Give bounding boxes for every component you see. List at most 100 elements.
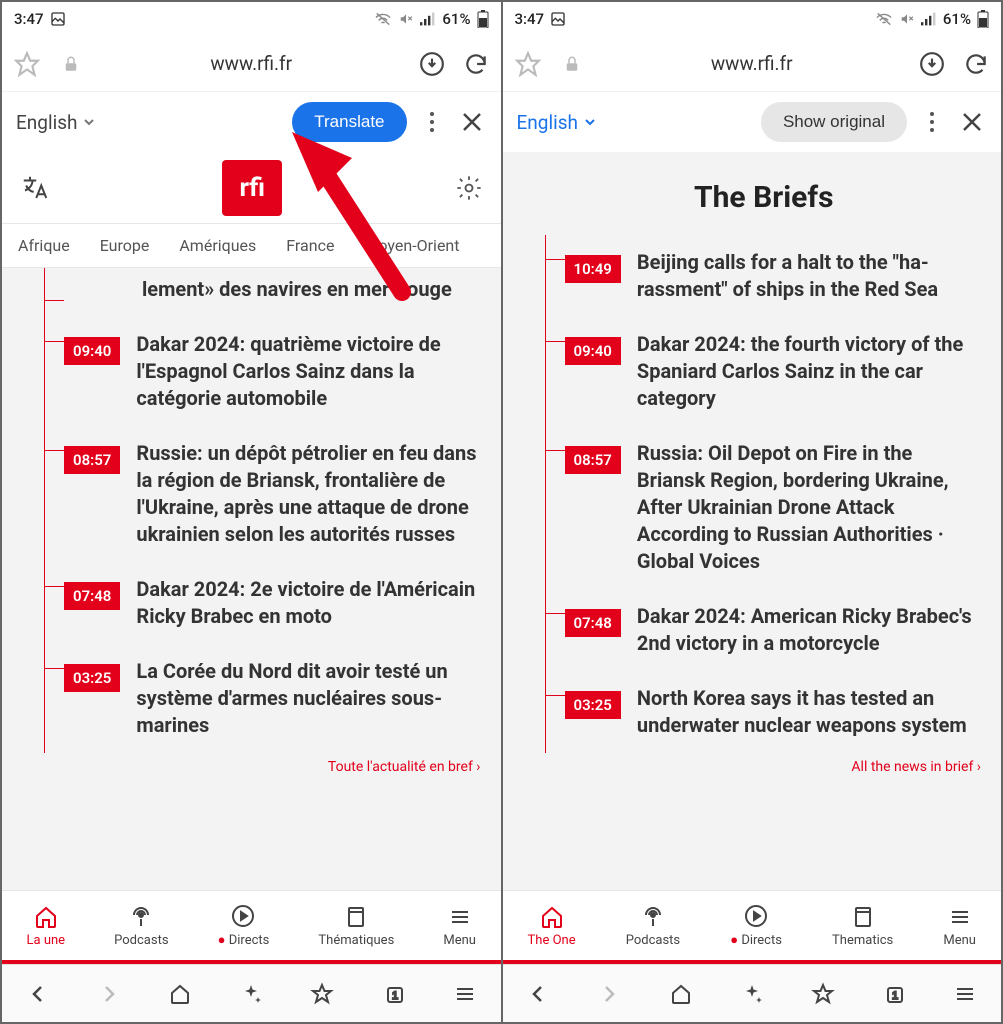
section-title: The Briefs	[533, 152, 996, 235]
home-icon	[540, 905, 564, 929]
rfi-logo[interactable]: rfi	[222, 160, 282, 216]
reload-icon[interactable]	[461, 49, 491, 79]
download-icon[interactable]	[417, 49, 447, 79]
home-icon[interactable]	[666, 979, 696, 1009]
nav-menu[interactable]: Menu	[943, 904, 976, 948]
headline: Beijing calls for a halt to the "ha­rass…	[637, 249, 985, 303]
language-select[interactable]: English	[517, 111, 596, 134]
news-content[interactable]: The Briefs 10:49 Beijing calls for a hal…	[503, 152, 1002, 890]
nav-menu[interactable]: Menu	[443, 904, 476, 948]
svg-text:1: 1	[392, 990, 398, 1002]
headline: Russie: un dépôt pétrolier en feu dans l…	[136, 440, 484, 548]
headline: Dakar 2024: the fourth victory of the Sp…	[637, 331, 985, 412]
news-item[interactable]: 08:57 Russie: un dépôt pétrolier en feu …	[44, 426, 495, 562]
translate-bar: English Translate	[2, 92, 501, 152]
nav-thematics[interactable]: Thematics	[832, 904, 893, 948]
app-bottom-nav: La une Podcasts ● Directs Thématiques Me…	[2, 890, 501, 960]
back-icon[interactable]	[523, 979, 553, 1009]
headline: North Korea says it has tested an underw…	[637, 685, 985, 739]
news-item[interactable]: lement» des navires en mer Rouge	[44, 276, 495, 317]
show-original-button[interactable]: Show original	[761, 102, 907, 142]
close-icon[interactable]	[457, 111, 487, 133]
nav-directs[interactable]: ● Directs	[730, 903, 782, 948]
chevron-down-icon	[83, 116, 95, 128]
more-options-icon[interactable]	[917, 111, 947, 133]
status-bar: 3:47 61%	[503, 2, 1002, 36]
nav-la-une[interactable]: La une	[27, 904, 66, 948]
browser-bottom-bar: 1	[2, 964, 501, 1022]
status-bar: 3:47 61%	[2, 2, 501, 36]
headline: Russia: Oil Depot on Fire in the Briansk…	[637, 440, 985, 575]
time-badge: 08:57	[565, 446, 621, 474]
news-item[interactable]: 09:40 Dakar 2024: quatrième victoire de …	[44, 317, 495, 426]
tab-afrique[interactable]: Afrique	[18, 236, 70, 255]
news-item[interactable]: 10:49 Beijing calls for a halt to the "h…	[545, 235, 996, 317]
more-options-icon[interactable]	[417, 111, 447, 133]
tabs-icon[interactable]: 1	[879, 979, 909, 1009]
news-item[interactable]: 03:25 La Corée du Nord dit avoir testé u…	[44, 644, 495, 753]
reload-icon[interactable]	[961, 49, 991, 79]
play-circle-icon	[231, 904, 255, 928]
news-item[interactable]: 07:48 Dakar 2024: 2e victoire de l'Amé­r…	[44, 562, 495, 644]
time-badge: 09:40	[64, 337, 120, 365]
bookmark-icon[interactable]	[808, 979, 838, 1009]
tab-europe[interactable]: Europe	[100, 236, 150, 255]
bookmark-star-icon[interactable]	[513, 49, 543, 79]
signal-icon	[921, 12, 937, 26]
lock-icon	[56, 49, 86, 79]
hamburger-icon[interactable]	[950, 979, 980, 1009]
app-bottom-nav: The One Podcasts ● Directs Thematics Men…	[503, 890, 1002, 960]
podcast-icon	[129, 905, 153, 929]
url-text[interactable]: www.rfi.fr	[601, 52, 904, 75]
battery-percent: 61%	[943, 10, 971, 28]
url-text[interactable]: www.rfi.fr	[100, 52, 403, 75]
image-icon	[50, 11, 66, 27]
more-link[interactable]: All the news in brief ›	[533, 753, 996, 775]
chevron-down-icon	[584, 116, 596, 128]
home-icon	[34, 905, 58, 929]
svg-text:1: 1	[892, 990, 898, 1002]
language-select[interactable]: English	[16, 111, 95, 134]
time-badge: 03:25	[64, 664, 120, 692]
tab-moyen-orient[interactable]: Moyen-Orient	[364, 236, 459, 255]
download-icon[interactable]	[917, 49, 947, 79]
tab-france[interactable]: France	[286, 236, 334, 255]
headline: Dakar 2024: American Ricky Bra­bec's 2nd…	[637, 603, 985, 657]
translate-toggle-icon[interactable]	[20, 173, 50, 203]
bookmark-star-icon[interactable]	[12, 49, 42, 79]
phone-left: 3:47 61% www.rfi.fr English	[2, 2, 501, 1022]
news-item[interactable]: 03:25 North Korea says it has tested an …	[545, 671, 996, 753]
tabs-icon[interactable]: 1	[379, 979, 409, 1009]
news-item[interactable]: 08:57 Russia: Oil Depot on Fire in the B…	[545, 426, 996, 589]
nav-podcasts[interactable]: Podcasts	[626, 904, 680, 948]
forward-icon[interactable]	[594, 979, 624, 1009]
more-link[interactable]: Toute l'actualité en bref ›	[32, 753, 495, 775]
category-tabs[interactable]: Afrique Europe Amériques France Moyen-Or…	[2, 224, 501, 268]
translate-button[interactable]: Translate	[292, 102, 406, 142]
headline: Dakar 2024: quatrième victoire de l'Espa…	[136, 331, 484, 412]
sparkle-icon[interactable]	[236, 979, 266, 1009]
time-badge: 07:48	[64, 582, 120, 610]
home-icon[interactable]	[165, 979, 195, 1009]
time-badge: 07:48	[565, 609, 621, 637]
sparkle-icon[interactable]	[737, 979, 767, 1009]
tab-ameriques[interactable]: Amériques	[179, 236, 256, 255]
news-item[interactable]: 09:40 Dakar 2024: the fourth victory of …	[545, 317, 996, 426]
hamburger-icon[interactable]	[450, 979, 480, 1009]
phone-right: 3:47 61% www.rfi.fr English Show origina…	[503, 2, 1002, 1022]
bookmark-icon[interactable]	[307, 979, 337, 1009]
news-item[interactable]: 07:48 Dakar 2024: American Ricky Bra­bec…	[545, 589, 996, 671]
nav-the-one[interactable]: The One	[528, 904, 576, 948]
menu-icon	[448, 905, 472, 929]
forward-icon[interactable]	[94, 979, 124, 1009]
nav-directs[interactable]: ● Directs	[218, 903, 270, 948]
book-icon	[344, 905, 368, 929]
site-header: rfi	[2, 152, 501, 224]
settings-gear-icon[interactable]	[455, 174, 483, 202]
translate-bar: English Show original	[503, 92, 1002, 152]
nav-thematiques[interactable]: Thématiques	[318, 904, 394, 948]
close-icon[interactable]	[957, 111, 987, 133]
back-icon[interactable]	[23, 979, 53, 1009]
nav-podcasts[interactable]: Podcasts	[114, 904, 168, 948]
news-content[interactable]: lement» des navires en mer Rouge 09:40 D…	[2, 268, 501, 890]
